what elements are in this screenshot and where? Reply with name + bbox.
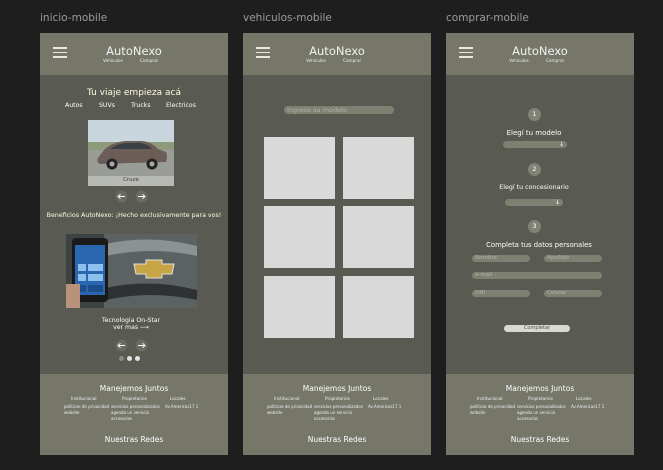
car-card[interactable]: Cruze xyxy=(88,120,174,186)
footer-locales[interactable]: Locales xyxy=(170,396,186,403)
frame-label-inicio: inicio-mobile xyxy=(40,12,108,24)
step-1-badge: 1 xyxy=(528,108,541,121)
footer-link[interactable]: website xyxy=(64,410,80,416)
pager-dot-3[interactable] xyxy=(135,356,140,361)
footer-link[interactable]: Av.Americas17 1 xyxy=(368,404,401,410)
footer-locales[interactable]: Locales xyxy=(373,396,389,403)
car-image xyxy=(88,120,174,176)
hero-title: Tu viaje empieza acá xyxy=(86,88,182,98)
footer-link[interactable]: website xyxy=(470,410,486,416)
onstar-more-link[interactable]: ver mas ⟶ xyxy=(40,324,222,331)
header: AutoNexo Vehiculos Comprar xyxy=(243,33,431,75)
celular-field[interactable]: Celular xyxy=(544,290,602,297)
footer-link[interactable]: accesorios xyxy=(517,416,538,422)
vehiculos-mobile-frame: AutoNexo Vehiculos Comprar Ingrese su mo… xyxy=(243,33,431,455)
vehicle-card[interactable] xyxy=(264,276,335,338)
footer-title: Manejemos Juntos xyxy=(302,384,372,393)
completar-button[interactable]: Completar xyxy=(504,325,570,332)
header: AutoNexo Vehiculos Comprar xyxy=(40,33,228,75)
footer-institucional[interactable]: Institucional xyxy=(71,396,97,403)
logo[interactable]: AutoNexo xyxy=(243,44,431,58)
footer-propietarios[interactable]: Propietarios xyxy=(528,396,553,403)
dni-field[interactable]: DNI xyxy=(472,290,530,297)
benefits-title: Beneficios AutoNexo: ¡Hecho exclusivamen… xyxy=(46,212,222,219)
step-1-label: Elegí tu modelo xyxy=(506,129,562,137)
nav-vehiculos[interactable]: Vehiculos xyxy=(306,58,326,63)
header: AutoNexo Vehiculos Comprar xyxy=(446,33,634,75)
footer-redes: Nuestras Redes xyxy=(510,435,570,444)
nav-comprar[interactable]: Comprar xyxy=(140,58,158,63)
onstar-title: Tecnologia On-Star xyxy=(101,317,161,324)
frame-label-comprar: comprar-mobile xyxy=(446,12,529,24)
footer: Manejemos Juntos Institucional Propietar… xyxy=(243,374,431,455)
apellido-field[interactable]: Apellido xyxy=(544,255,602,262)
step-3-label: Completa tus datos personales xyxy=(486,241,592,249)
inicio-mobile-frame: AutoNexo Vehiculos Comprar Tu viaje empi… xyxy=(40,33,228,455)
footer: Manejemos Juntos Institucional Propietar… xyxy=(446,374,634,455)
nav-vehiculos[interactable]: Vehiculos xyxy=(509,58,529,63)
category-trucks[interactable]: Trucks xyxy=(131,102,151,109)
footer: Manejemos Juntos Institucional Propietar… xyxy=(40,374,228,455)
logo[interactable]: AutoNexo xyxy=(446,44,634,58)
nav-comprar[interactable]: Comprar xyxy=(546,58,564,63)
vehicle-card[interactable] xyxy=(343,276,414,338)
pager-dot-2[interactable] xyxy=(127,356,132,361)
onstar-prev-icon[interactable] xyxy=(115,339,128,352)
chevron-down-icon: ↓ xyxy=(558,141,564,148)
onstar-next-icon[interactable] xyxy=(135,339,148,352)
footer-title: Manejemos Juntos xyxy=(99,384,169,393)
nombre-field[interactable]: Nombre xyxy=(472,255,530,262)
concesionario-select[interactable]: ↓ xyxy=(505,199,563,206)
vehicle-card[interactable] xyxy=(343,137,414,199)
category-suvs[interactable]: SUVs xyxy=(99,102,115,109)
pager-dot-1[interactable] xyxy=(119,356,124,361)
frame-label-vehiculos: vehiculos-mobile xyxy=(243,12,332,24)
comprar-mobile-frame: AutoNexo Vehiculos Comprar 1 Elegí tu mo… xyxy=(446,33,634,455)
vehicle-card[interactable] xyxy=(264,206,335,268)
footer-link[interactable]: accesorios xyxy=(111,416,132,422)
footer-redes: Nuestras Redes xyxy=(104,435,164,444)
step-2-badge: 2 xyxy=(528,163,541,176)
step-3-badge: 3 xyxy=(528,220,541,233)
footer-link[interactable]: accesorios xyxy=(314,416,335,422)
footer-locales[interactable]: Locales xyxy=(576,396,592,403)
footer-propietarios[interactable]: Propietarios xyxy=(325,396,350,403)
footer-link[interactable]: website xyxy=(267,410,283,416)
modelo-select[interactable]: ↓ xyxy=(503,141,567,148)
chevron-down-icon: ↓ xyxy=(554,199,560,206)
search-input[interactable]: Ingrese su modelo xyxy=(284,106,394,114)
email-field[interactable]: e-mail xyxy=(472,272,602,279)
footer-link[interactable]: Av.Americas17 1 xyxy=(571,404,604,410)
logo[interactable]: AutoNexo xyxy=(40,44,228,58)
carousel-prev-icon[interactable] xyxy=(115,190,128,203)
category-electricos[interactable]: Electricos xyxy=(166,102,196,109)
footer-title: Manejemos Juntos xyxy=(505,384,575,393)
footer-institucional[interactable]: Institucional xyxy=(274,396,300,403)
carousel-next-icon[interactable] xyxy=(135,190,148,203)
vehicle-card[interactable] xyxy=(264,137,335,199)
nav-vehiculos[interactable]: Vehiculos xyxy=(103,58,123,63)
vehicle-card[interactable] xyxy=(343,206,414,268)
footer-propietarios[interactable]: Propietarios xyxy=(122,396,147,403)
step-2-label: Elegí tu concesionario xyxy=(499,184,569,191)
category-autos[interactable]: Autos xyxy=(65,102,83,109)
car-caption: Cruze xyxy=(123,177,139,183)
footer-redes: Nuestras Redes xyxy=(307,435,367,444)
nav-comprar[interactable]: Comprar xyxy=(343,58,361,63)
onstar-image[interactable] xyxy=(66,234,197,308)
footer-link[interactable]: Av.Americas17 1 xyxy=(165,404,198,410)
footer-institucional[interactable]: Institucional xyxy=(477,396,503,403)
